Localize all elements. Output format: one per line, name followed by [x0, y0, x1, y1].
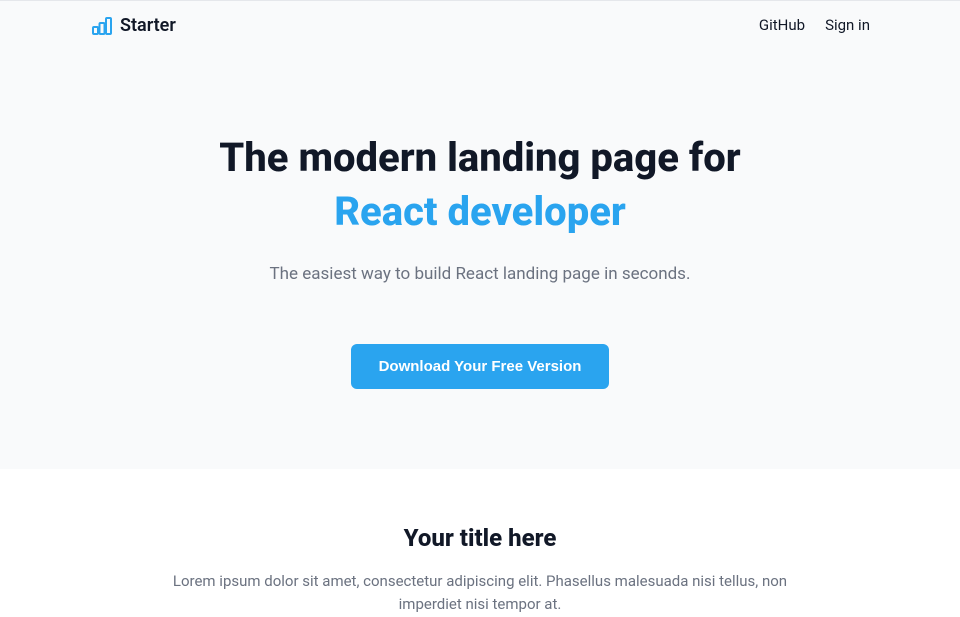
top-nav: Starter GitHub Sign in — [90, 1, 870, 49]
nav-link-signin[interactable]: Sign in — [825, 16, 870, 34]
hero-title-line2: React developer — [90, 188, 870, 236]
feature-title: Your title here — [90, 524, 870, 552]
hero-subtitle: The easiest way to build React landing p… — [90, 264, 870, 284]
nav-link-github[interactable]: GitHub — [759, 16, 805, 34]
feature-section: Your title here Lorem ipsum dolor sit am… — [90, 469, 870, 617]
brand-logo-link[interactable]: Starter — [90, 13, 176, 37]
feature-description: Lorem ipsum dolor sit amet, consectetur … — [160, 570, 800, 617]
nav-links: GitHub Sign in — [759, 16, 870, 34]
download-button[interactable]: Download Your Free Version — [351, 344, 610, 389]
hero-section: Starter GitHub Sign in The modern landin… — [0, 0, 960, 469]
bar-chart-icon — [90, 13, 114, 37]
hero-title-line1: The modern landing page for — [90, 134, 870, 182]
hero-content: The modern landing page for React develo… — [90, 49, 870, 389]
brand-name: Starter — [120, 15, 176, 36]
